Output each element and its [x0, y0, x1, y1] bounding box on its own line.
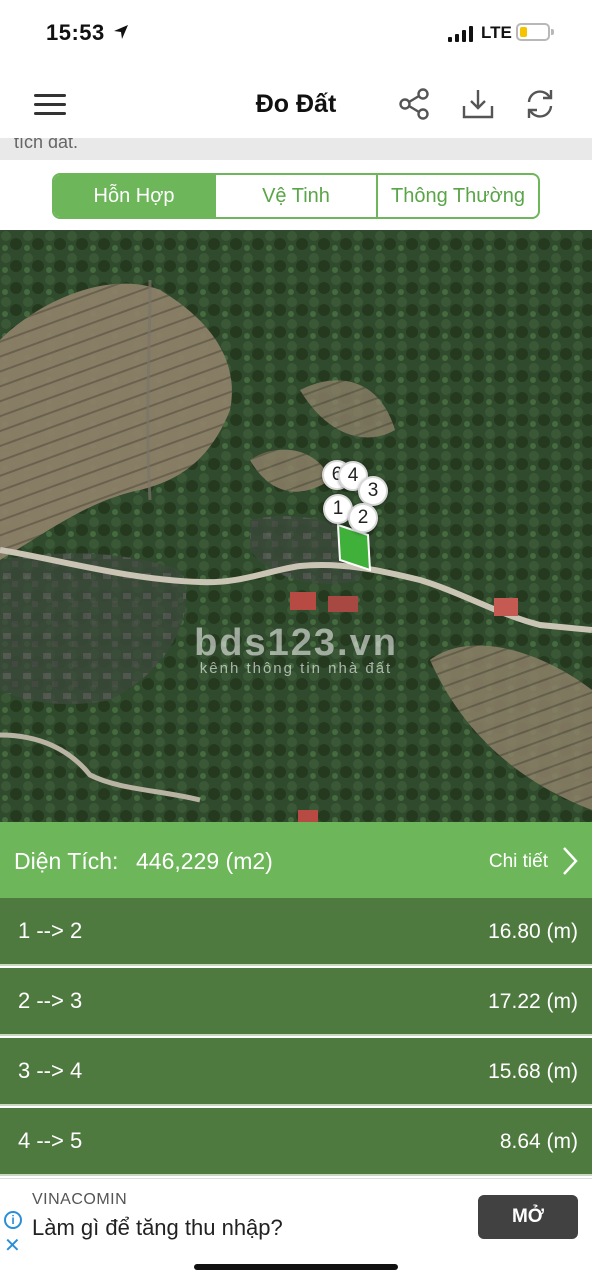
battery-level	[520, 27, 527, 37]
segment-points: 3 --> 4	[18, 1058, 83, 1083]
map-imagery	[0, 230, 592, 822]
map-type-bar: Hỗn Hợp Vệ Tinh Thông Thường	[0, 160, 592, 230]
list-item[interactable]: 1 --> 2 16.80 (m)	[0, 898, 592, 966]
info-icon[interactable]: i	[4, 1211, 22, 1229]
map-point-3[interactable]: 3	[358, 476, 388, 506]
refresh-icon[interactable]	[522, 86, 558, 122]
map-point-2[interactable]: 2	[348, 503, 378, 533]
ad-brand: VINACOMIN	[32, 1191, 128, 1208]
segment-length: 16.80 (m)	[488, 920, 578, 943]
area-label: Diện Tích:	[14, 848, 119, 874]
home-indicator	[0, 1256, 592, 1280]
list-item[interactable]: 2 --> 3 17.22 (m)	[0, 968, 592, 1036]
chevron-right-icon[interactable]	[560, 846, 580, 876]
tab-normal[interactable]: Thông Thường	[378, 175, 538, 217]
scrolled-text: tích đất.	[14, 138, 79, 152]
list-item[interactable]: 4 --> 5 8.64 (m)	[0, 1108, 592, 1176]
satellite-map[interactable]: 6 4 3 1 2 bds123.vn kênh thông tin nhà đ…	[0, 230, 592, 822]
signal-icon	[448, 26, 474, 42]
download-icon[interactable]	[460, 86, 496, 122]
ad-open-button[interactable]: MỞ	[478, 1195, 578, 1239]
location-arrow-icon	[114, 25, 128, 39]
ad-headline: Làm gì để tăng thu nhập?	[32, 1215, 283, 1240]
status-bar: 15:53 LTE	[0, 0, 592, 68]
segment-points: 4 --> 5	[18, 1128, 83, 1153]
tab-satellite[interactable]: Vệ Tinh	[216, 175, 378, 217]
ad-banner[interactable]: i ✕ VINACOMIN Làm gì để tăng thu nhập? M…	[0, 1178, 592, 1258]
area-summary-bar[interactable]: Diện Tích: 446,229 (m2) Chi tiết	[0, 822, 592, 898]
segment-length: 17.22 (m)	[488, 990, 578, 1013]
segment-length: 15.68 (m)	[488, 1060, 578, 1083]
tab-hybrid[interactable]: Hỗn Hợp	[54, 175, 216, 217]
scrolled-description: tích đất.	[0, 138, 592, 160]
area-value: 446,229 (m2)	[136, 848, 273, 874]
list-item[interactable]: 3 --> 4 15.68 (m)	[0, 1038, 592, 1106]
segment-points: 1 --> 2	[18, 918, 83, 943]
app-bar: Đo Đất	[0, 68, 592, 140]
share-icon[interactable]	[396, 86, 432, 122]
network-label: LTE	[481, 23, 512, 42]
close-icon[interactable]: ✕	[4, 1233, 21, 1258]
map-type-selector: Hỗn Hợp Vệ Tinh Thông Thường	[52, 173, 540, 219]
segment-points: 2 --> 3	[18, 988, 83, 1013]
battery-icon	[516, 23, 554, 41]
segment-length: 8.64 (m)	[499, 1130, 578, 1153]
page-title: Đo Đất	[255, 90, 337, 118]
detail-link[interactable]: Chi tiết	[489, 851, 548, 873]
status-time: 15:53	[46, 20, 105, 45]
